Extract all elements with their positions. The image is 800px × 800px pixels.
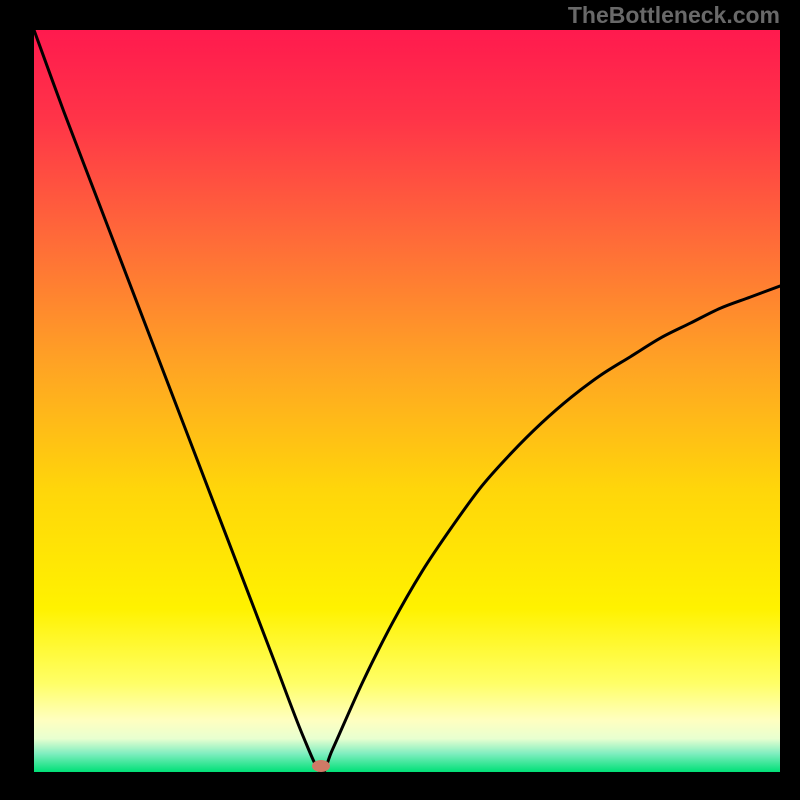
optimum-marker: [312, 760, 330, 772]
watermark-text: TheBottleneck.com: [568, 2, 780, 29]
bottleneck-curve: [34, 30, 780, 772]
chart-frame: TheBottleneck.com: [0, 0, 800, 800]
plot-area: [34, 30, 780, 772]
